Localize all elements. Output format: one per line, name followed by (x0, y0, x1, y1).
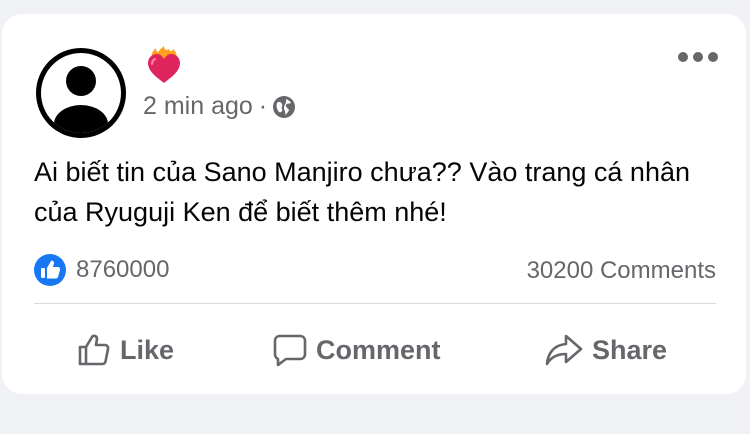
avatar[interactable] (32, 44, 130, 142)
meta-separator: · (258, 92, 268, 120)
like-label: Like (120, 334, 175, 365)
like-button[interactable]: Like (76, 324, 174, 376)
comment-bubble-icon (273, 334, 307, 367)
share-arrow-icon (545, 334, 583, 366)
like-reaction-icon (34, 254, 66, 286)
thumbs-up-icon (78, 334, 110, 366)
comment-label: Comment (316, 334, 441, 365)
divider (34, 303, 716, 304)
heart-on-fire-icon[interactable] (144, 46, 184, 86)
share-label: Share (592, 334, 668, 365)
post-meta: 2 min ago · (143, 92, 296, 121)
post-text: Ai biết tin của Sano Manjiro chưa?? Vào … (34, 157, 690, 227)
action-bar: Like Comment Share (2, 324, 746, 376)
reactions-count: 8760000 (76, 256, 170, 283)
comment-button[interactable]: Comment (272, 324, 441, 376)
reactions-summary[interactable]: 8760000 (34, 254, 169, 286)
globe-icon (273, 95, 296, 118)
comments-count[interactable]: 30200 Comments (527, 257, 716, 285)
post-timestamp[interactable]: 2 min ago (143, 92, 253, 121)
post-card: 2 min ago · Ai biết tin của Sano Manjiro… (2, 14, 746, 394)
more-options-icon[interactable] (676, 50, 720, 64)
share-button[interactable]: Share (544, 324, 667, 376)
